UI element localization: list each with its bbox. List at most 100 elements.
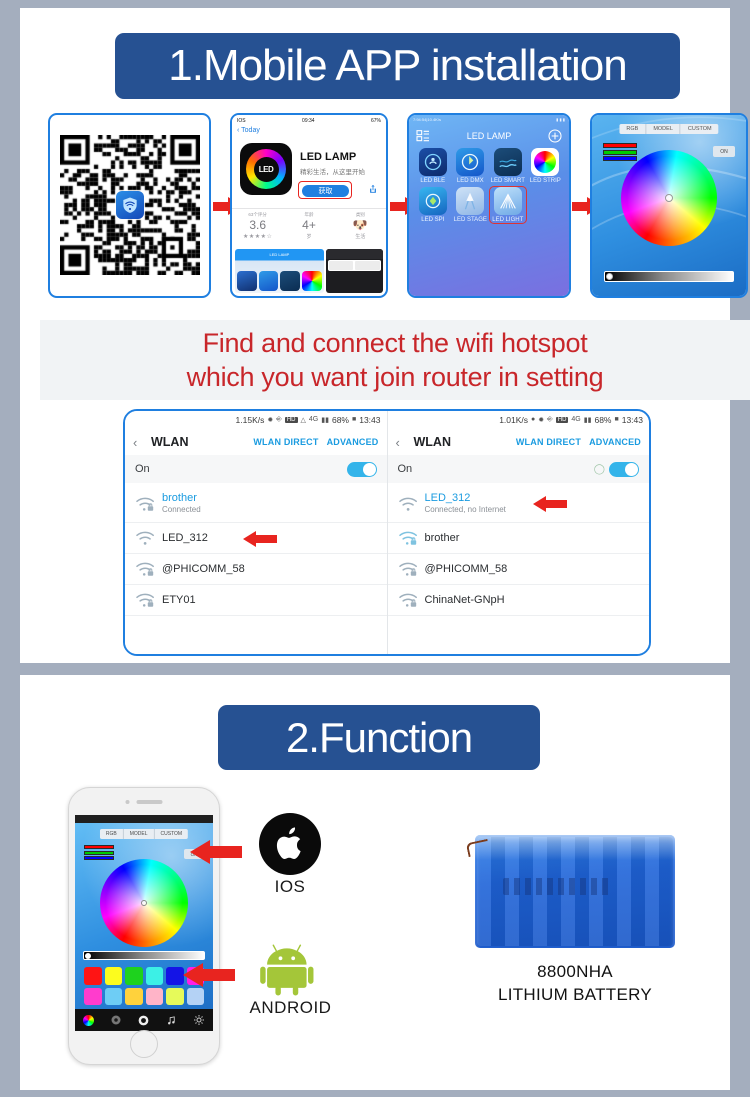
stat-sub: 生活	[355, 234, 366, 240]
wifi-network-row[interactable]: @PHICOMM_58	[125, 554, 387, 585]
gear-icon[interactable]	[193, 1014, 205, 1026]
share-icon[interactable]	[368, 183, 378, 195]
rgb-bar-red[interactable]	[603, 143, 637, 148]
rgb-bar-green[interactable]	[603, 149, 637, 155]
plus-circle-icon[interactable]	[547, 128, 563, 144]
app-cell-led-smart[interactable]: LED SMART	[490, 148, 526, 184]
back-icon[interactable]: ‹	[133, 435, 151, 450]
status-bar: 1.15K/s ✹ ⎆ HD △ 4G ▮▮ 68% ■ 13:43	[125, 411, 387, 428]
advanced-button[interactable]: ADVANCED	[327, 437, 379, 447]
app-store-back-link[interactable]: ‹ Today	[237, 127, 260, 134]
battery-icon: ■	[614, 416, 619, 423]
wifi-network-row[interactable]: @PHICOMM_58	[387, 554, 649, 585]
wifi-network-row[interactable]: ETY01	[125, 585, 387, 616]
circle-icon[interactable]	[137, 1014, 150, 1027]
brightness-knob[interactable]	[606, 273, 613, 280]
hd-badge: HD	[555, 416, 569, 423]
back-icon[interactable]: ‹	[396, 435, 414, 450]
wlan-title: WLAN	[413, 435, 452, 449]
wifi-network-row[interactable]: LED_312	[125, 523, 387, 554]
app-cell-led-stage[interactable]: LED STAGE	[453, 187, 489, 223]
wifi-icon	[136, 531, 154, 545]
wlan-toggle-row: On	[125, 455, 387, 483]
stat-value: 4+	[302, 218, 316, 232]
app-grid-header: LED LAMP	[409, 128, 569, 144]
color-swatch[interactable]	[166, 987, 184, 1005]
tab-rgb[interactable]: RGB	[99, 829, 124, 839]
color-swatch[interactable]	[125, 987, 143, 1005]
wifi-lock-icon	[136, 593, 154, 607]
app-icon	[493, 187, 522, 215]
home-button[interactable]	[130, 1030, 158, 1058]
wifi-instruction-banner: Find and connect the wifi hotspot which …	[40, 320, 750, 400]
rgb-bar-blue[interactable]	[84, 856, 114, 860]
color-wheel[interactable]	[621, 150, 717, 247]
get-button[interactable]: 获取	[302, 184, 349, 197]
color-swatch[interactable]	[104, 987, 122, 1005]
wifi-network-row[interactable]: ChinaNet-GNpH	[387, 585, 649, 616]
tab-custom[interactable]: CUSTOM	[154, 829, 189, 839]
arrow-shaft	[255, 535, 277, 543]
wifi-network-row[interactable]: brother	[387, 523, 649, 554]
wlan-toggle[interactable]	[609, 461, 639, 477]
brightness-slider[interactable]	[83, 951, 205, 960]
app-cell-led-light[interactable]: LED LIGHT	[489, 186, 527, 224]
app-cell-led-ble[interactable]: LED BLE	[415, 148, 451, 184]
tab-model[interactable]: MODEL	[646, 124, 681, 134]
app-cell-led-strip[interactable]: LED STRIP	[528, 148, 564, 184]
wlan-direct-button[interactable]: WLAN DIRECT	[516, 437, 581, 447]
app-cell-led-dmx[interactable]: LED DMX	[453, 148, 489, 184]
battery-image	[465, 835, 675, 948]
advanced-button[interactable]: ADVANCED	[589, 437, 641, 447]
rgb-bar-red[interactable]	[84, 845, 114, 849]
color-swatch[interactable]	[84, 967, 102, 985]
color-wheel-icon[interactable]	[82, 1014, 94, 1026]
color-swatch[interactable]	[104, 967, 122, 985]
record-icon[interactable]	[110, 1014, 122, 1026]
color-wheel[interactable]	[100, 858, 188, 947]
color-swatch[interactable]	[145, 967, 163, 985]
toggle-knob	[625, 462, 638, 476]
color-swatch[interactable]	[84, 987, 102, 1005]
tab-rgb[interactable]: RGB	[619, 124, 647, 134]
wlan-direct-button[interactable]: WLAN DIRECT	[253, 437, 318, 447]
earpiece-grille	[136, 800, 163, 804]
preview-title: LED LAMP	[269, 252, 290, 258]
wlan-toggle[interactable]	[346, 461, 377, 477]
color-swatch[interactable]	[166, 967, 184, 985]
music-note-icon[interactable]	[166, 1015, 177, 1026]
rgb-bar-blue[interactable]	[603, 156, 637, 161]
list-icon[interactable]	[415, 128, 431, 144]
color-wheel-selector[interactable]	[665, 194, 673, 203]
color-swatch[interactable]	[125, 967, 143, 985]
wifi-lock-icon	[398, 531, 417, 545]
color-swatch[interactable]	[145, 987, 163, 1005]
wlan-toggle-row: On ◯	[387, 455, 649, 483]
app-icon	[456, 187, 485, 215]
color-wheel-selector[interactable]	[141, 899, 147, 906]
wifi-instruction-line2: which you want join router in setting	[186, 362, 604, 392]
brightness-knob[interactable]	[85, 953, 91, 959]
rgb-bar-green[interactable]	[84, 850, 114, 855]
power-on-button[interactable]: ON	[713, 146, 735, 157]
front-camera	[125, 800, 130, 804]
preview-screenshot-1: LED LAMP	[235, 249, 324, 293]
app-grid: LED BLE LED DMX LED SMART LED STRIP LED …	[415, 148, 564, 224]
app-store-screenshot: IOS 09:34 67% ‹ Today LED LED LAMP 精彩生活，…	[230, 113, 388, 298]
wifi-network-row[interactable]: brother Connected	[125, 485, 387, 523]
wifi-network-list: LED_312 Connected, no Internet brother @…	[387, 485, 649, 654]
wifi-network-row[interactable]: LED_312 Connected, no Internet	[387, 485, 649, 523]
network-type: 4G	[308, 416, 319, 423]
toggle-knob	[362, 462, 376, 476]
phone-speaker	[125, 800, 163, 804]
preview-tab	[355, 260, 380, 270]
tab-custom[interactable]: CUSTOM	[680, 124, 719, 134]
status-carrier: IOS	[237, 117, 246, 124]
color-swatch[interactable]	[186, 987, 204, 1005]
app-icon	[418, 148, 447, 176]
app-cell-led-spi[interactable]: LED SPI	[415, 187, 451, 223]
tab-model[interactable]: MODEL	[123, 829, 155, 839]
app-label: LED STAGE	[453, 217, 487, 223]
brightness-slider[interactable]	[604, 271, 734, 282]
network-text: brother Connected	[162, 492, 381, 515]
